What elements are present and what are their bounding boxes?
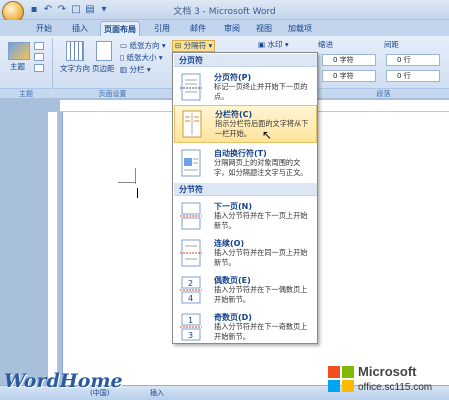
column-break-icon: [179, 110, 205, 138]
odd-page-icon: 13: [178, 313, 204, 341]
menu-item-text-wrapping-break[interactable]: 自动换行符(T) 分隔网页上的对象周围的文字，如分隔题注文字与正文。: [174, 145, 317, 181]
svg-text:1: 1: [188, 316, 193, 325]
next-page-icon: [178, 202, 204, 230]
columns-label: 分栏 ▾: [129, 65, 151, 74]
themes-icon[interactable]: [8, 42, 30, 60]
tab-references[interactable]: 引用: [148, 21, 176, 36]
wordhome-watermark: WordHome: [4, 370, 123, 392]
menu-item-column-break[interactable]: 分栏符(C) 指示分栏符后面的文字将从下一栏开始。: [174, 105, 317, 143]
orientation-label: 纸张方向 ▾: [129, 41, 166, 50]
svg-text:4: 4: [188, 294, 193, 303]
menu-item-desc: 插入分节符并在下一页上开始新节。: [214, 211, 308, 230]
svg-text:2: 2: [188, 279, 193, 288]
group-divider: [52, 38, 53, 88]
menu-item-desc: 插入分节符并在下一奇数页上开始新节。: [214, 322, 308, 341]
watermark-button[interactable]: ▣ 水印 ▾: [258, 40, 289, 50]
breaks-button[interactable]: ⊟ 分隔符 ▾: [172, 40, 216, 52]
group-themes-label: 主题: [0, 88, 52, 98]
even-page-icon: 24: [178, 276, 204, 304]
effects-icon[interactable]: [34, 64, 44, 72]
menu-item-desc: 插入分节符并在同一页上开始新节。: [214, 248, 308, 267]
ribbon-tabs: 开始 插入 页面布局 引用 邮件 审阅 视图 加载项: [0, 20, 449, 36]
menu-item-desc: 分隔网页上的对象周围的文字，如分隔题注文字与正文。: [214, 158, 308, 177]
spacing-label: 间距: [384, 40, 399, 49]
text-wrapping-break-icon: [178, 149, 204, 177]
margins-button[interactable]: 页边距: [92, 64, 115, 74]
title-bar: ▪ ↶ ↷ □ ▤ ▾ 文档 3 - Microsoft Word: [0, 0, 449, 23]
margins-icon[interactable]: [96, 41, 112, 61]
breaks-label: 分隔符 ▾: [183, 41, 213, 50]
watermark-label: 水印 ▾: [267, 40, 289, 49]
tab-addins[interactable]: 加载项: [284, 21, 316, 36]
section-header-section-breaks: 分节符: [174, 183, 317, 196]
breaks-icon: ⊟: [175, 41, 184, 50]
text-cursor: [137, 188, 138, 198]
microsoft-logo: Microsoft office.sc115.com: [328, 362, 448, 398]
windows-logo-icon: [328, 366, 354, 392]
themes-button[interactable]: 主题: [10, 62, 25, 72]
columns-button[interactable]: ▥ 分栏 ▾: [120, 65, 151, 75]
menu-item-page-break[interactable]: 分页符(P) 标记一页终止并开始下一页的点。: [174, 69, 317, 105]
menu-item-desc: 插入分节符并在下一偶数页上开始新节。: [214, 285, 308, 304]
orientation-button[interactable]: ▭ 纸张方向 ▾: [120, 41, 166, 51]
tab-page-layout[interactable]: 页面布局: [100, 21, 140, 36]
site-url: office.sc115.com: [358, 382, 433, 393]
size-button[interactable]: ▯ 纸张大小 ▾: [120, 53, 163, 63]
group-page-setup-label: 页面设置: [53, 88, 172, 98]
margin-corner-mark: [118, 182, 136, 183]
window-title: 文档 3 - Microsoft Word: [173, 7, 276, 17]
continuous-icon: [178, 239, 204, 267]
tab-view[interactable]: 视图: [250, 21, 278, 36]
mouse-cursor-icon: ↖: [262, 128, 273, 142]
size-label: 纸张大小 ▾: [126, 53, 163, 62]
tab-insert[interactable]: 插入: [66, 21, 94, 36]
menu-item-odd-page[interactable]: 13 奇数页(D) 插入分节符并在下一奇数页上开始新节。: [174, 309, 317, 345]
fonts-icon[interactable]: [34, 53, 44, 61]
margin-corner-mark: [135, 168, 136, 184]
text-direction-button[interactable]: 文字方向: [60, 64, 90, 74]
vertical-ruler[interactable]: [48, 112, 58, 385]
tab-mailings[interactable]: 邮件: [184, 21, 212, 36]
menu-item-even-page[interactable]: 24 偶数页(E) 插入分节符并在下一偶数页上开始新节。: [174, 272, 317, 308]
indent-label: 缩进: [318, 40, 333, 49]
spacing-before-field[interactable]: 0 行: [386, 54, 440, 66]
insert-mode-status[interactable]: 插入: [150, 386, 164, 400]
menu-item-desc: 标记一页终止并开始下一页的点。: [214, 82, 308, 101]
indent-right-field[interactable]: 0 字符: [322, 70, 376, 82]
breaks-dropdown-menu: 分页符 分页符(P) 标记一页终止并开始下一页的点。 分栏符(C) 指示分栏符后…: [172, 52, 318, 344]
colors-icon[interactable]: [34, 42, 44, 50]
tab-home[interactable]: 开始: [30, 21, 58, 36]
spacing-after-field[interactable]: 0 行: [386, 70, 440, 82]
menu-item-next-page[interactable]: 下一页(N) 插入分节符并在下一页上开始新节。: [174, 198, 317, 234]
section-header-page-breaks: 分页符: [174, 54, 317, 67]
svg-text:3: 3: [188, 331, 193, 340]
menu-item-continuous[interactable]: 连续(O) 插入分节符并在同一页上开始新节。: [174, 235, 317, 271]
tab-review[interactable]: 审阅: [218, 21, 246, 36]
indent-left-field[interactable]: 0 字符: [322, 54, 376, 66]
page-break-icon: [178, 73, 204, 101]
text-direction-icon[interactable]: [66, 41, 84, 61]
microsoft-brand: Microsoft: [358, 364, 417, 379]
group-paragraph-label: 段落: [318, 88, 449, 98]
